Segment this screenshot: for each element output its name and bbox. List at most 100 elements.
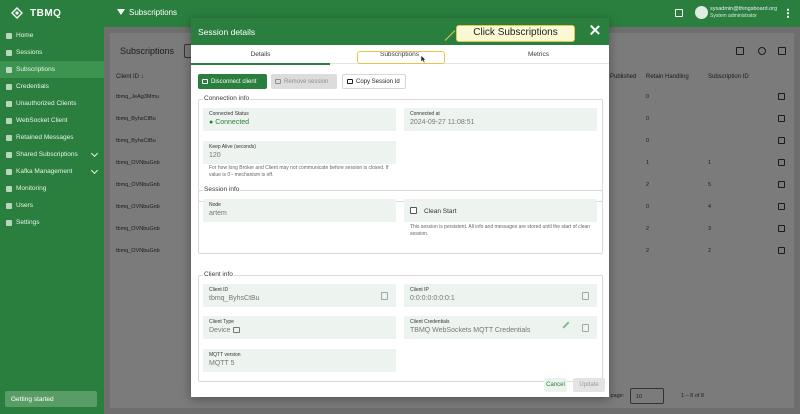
user-email: sysadmin@thingsboard.org	[710, 6, 778, 12]
cell-client-id: tbmq_ByhsCtBu	[116, 138, 156, 144]
column-header-retain-handling[interactable]: Retain Handling	[646, 74, 689, 80]
section-legend: Session info	[203, 186, 241, 193]
sidebar-item-label: Subscriptions	[16, 66, 56, 73]
sidebar-item-websocket-client[interactable]: WebSocket Client	[0, 112, 104, 129]
cell-subscription-id: 2	[708, 248, 712, 254]
sidebar-item-monitoring[interactable]: Monitoring	[0, 180, 104, 197]
getting-started-button[interactable]: Getting started	[5, 391, 97, 407]
sidebar-item-label: Shared Subscriptions	[16, 151, 78, 158]
copy-icon[interactable]	[778, 225, 785, 232]
clean-start-checkbox[interactable]	[410, 207, 417, 214]
avatar[interactable]	[695, 6, 708, 19]
pagination-range: 1 – 8 of 8	[681, 393, 704, 399]
sidebar-item-credentials[interactable]: Credentials	[0, 78, 104, 95]
copy-session-id-button[interactable]: Copy Session Id	[342, 74, 406, 89]
sidebar-item-label: Monitoring	[16, 185, 47, 192]
sidebar-item-label: WebSocket Client	[16, 117, 68, 124]
copy-icon[interactable]	[778, 181, 785, 188]
cell-subscription-id: 4	[708, 204, 712, 210]
copy-icon[interactable]	[778, 137, 785, 144]
copy-icon[interactable]	[582, 292, 589, 300]
connected-at-field: Connected at 2024-09-27 11:08:51	[404, 108, 597, 131]
client-ip-field: Client IP 0:0:0:0:0:0:0:1	[404, 284, 597, 307]
sidebar-item-label: Users	[16, 202, 33, 209]
sidebar-item-settings[interactable]: Settings	[0, 214, 104, 231]
sidebar-item-kafka-management[interactable]: Kafka Management	[0, 163, 104, 180]
cell-client-id: tbmq_JeAg3Mmu	[116, 94, 160, 100]
cell-subscription-id: 1	[708, 160, 712, 166]
remove-session-button[interactable]: Remove session	[271, 74, 337, 89]
items-per-page-select[interactable]: 10	[630, 388, 664, 404]
gear-icon	[6, 219, 12, 226]
copy-icon[interactable]	[778, 247, 785, 254]
disconnect-client-button[interactable]: Disconnect client	[198, 74, 267, 89]
sidebar-item-label: Credentials	[16, 83, 49, 90]
copy-icon[interactable]	[381, 292, 388, 300]
device-icon	[233, 327, 241, 333]
sidebar-item-subscriptions[interactable]: Subscriptions	[0, 61, 104, 78]
mqtt-version-field: MQTT version MQTT 5	[203, 349, 396, 372]
sidebar-item-label: Kafka Management	[16, 168, 73, 175]
sidebar-item-home[interactable]: Home	[0, 27, 104, 44]
delete-icon	[275, 79, 281, 84]
copy-icon	[347, 79, 353, 84]
session-details-dialog: Session details Details Subscriptions Me…	[191, 18, 609, 397]
sidebar-item-label: Settings	[16, 219, 40, 226]
dialog-title: Session details	[198, 27, 256, 37]
cell-retain-handling: 1	[646, 160, 650, 166]
chevron-down-icon	[90, 149, 99, 158]
connection-info-section: Connection info Connected Status ● Conne…	[198, 95, 603, 202]
client-info-section: Client info Client ID tbmq_ByhsCtBu Clie…	[198, 271, 603, 382]
column-header-published[interactable]: Published	[610, 74, 636, 80]
websocket-icon	[6, 117, 12, 124]
copy-icon[interactable]	[778, 93, 785, 100]
more-vert-icon[interactable]	[787, 8, 789, 18]
expand-icon[interactable]	[778, 47, 786, 55]
keep-alive-hint: For how long Broker and Client may not c…	[209, 165, 389, 178]
sidebar-item-label: Unauthorized Clients	[16, 100, 77, 107]
tab-metrics[interactable]: Metrics	[469, 45, 608, 64]
cancel-button[interactable]: Cancel	[544, 378, 567, 392]
close-icon[interactable]	[590, 25, 600, 35]
fullscreen-icon[interactable]	[675, 9, 683, 17]
cell-retain-handling: 2	[646, 226, 650, 232]
share-icon	[6, 151, 12, 158]
sidebar-item-retained-messages[interactable]: Retained Messages	[0, 129, 104, 146]
sidebar-item-label: Sessions	[16, 49, 43, 56]
edit-icon[interactable]	[562, 321, 570, 329]
sidebar-item-shared-subscriptions[interactable]: Shared Subscriptions	[0, 146, 104, 163]
copy-icon[interactable]	[778, 115, 785, 122]
sidebar-item-unauthorized-clients[interactable]: Unauthorized Clients	[0, 95, 104, 112]
sidebar-item-sessions[interactable]: Sessions	[0, 44, 104, 61]
update-button[interactable]: Update	[573, 378, 605, 392]
cell-retain-handling: 0	[646, 204, 650, 210]
subscriptions-heading: Subscriptions	[120, 46, 175, 56]
cell-client-id: tbmq_OVNbuGnb	[116, 248, 160, 254]
column-header-client-id[interactable]: Client ID ↓	[116, 74, 144, 80]
home-icon	[6, 32, 12, 39]
copy-icon[interactable]	[778, 203, 785, 210]
tab-details[interactable]: Details	[191, 45, 330, 65]
cell-subscription-id: 5	[708, 182, 712, 188]
clean-start-field: Clean Start	[404, 199, 597, 222]
sidebar-item-users[interactable]: Users	[0, 197, 104, 214]
section-legend: Connection info	[203, 95, 251, 102]
cell-client-id: tbmq_OVNbuGnb	[116, 182, 160, 188]
refresh-icon[interactable]	[758, 47, 766, 55]
instruction-callout: Click Subscriptions	[456, 25, 575, 42]
session-info-section: Session info Node artem Clean Start This…	[198, 186, 603, 254]
user-role: System administrator	[710, 13, 757, 19]
cell-client-id: tbmq_OVNbuGnb	[116, 226, 160, 232]
users-icon	[6, 202, 12, 209]
copy-icon[interactable]	[582, 324, 589, 332]
delete-icon[interactable]	[736, 47, 744, 55]
cell-client-id: tbmq_OVNbuGnb	[116, 160, 160, 166]
pointer-cursor-icon	[420, 55, 426, 63]
column-header-subscription-id[interactable]: Subscription ID	[708, 74, 749, 80]
clean-start-label: Clean Start	[424, 208, 457, 215]
cell-subscription-id: 3	[708, 226, 712, 232]
page-title: Subscriptions	[129, 8, 178, 17]
copy-icon[interactable]	[778, 159, 785, 166]
sidebar-nav: Home Sessions Subscriptions Credentials …	[0, 27, 104, 231]
cell-retain-handling: 0	[646, 116, 650, 122]
